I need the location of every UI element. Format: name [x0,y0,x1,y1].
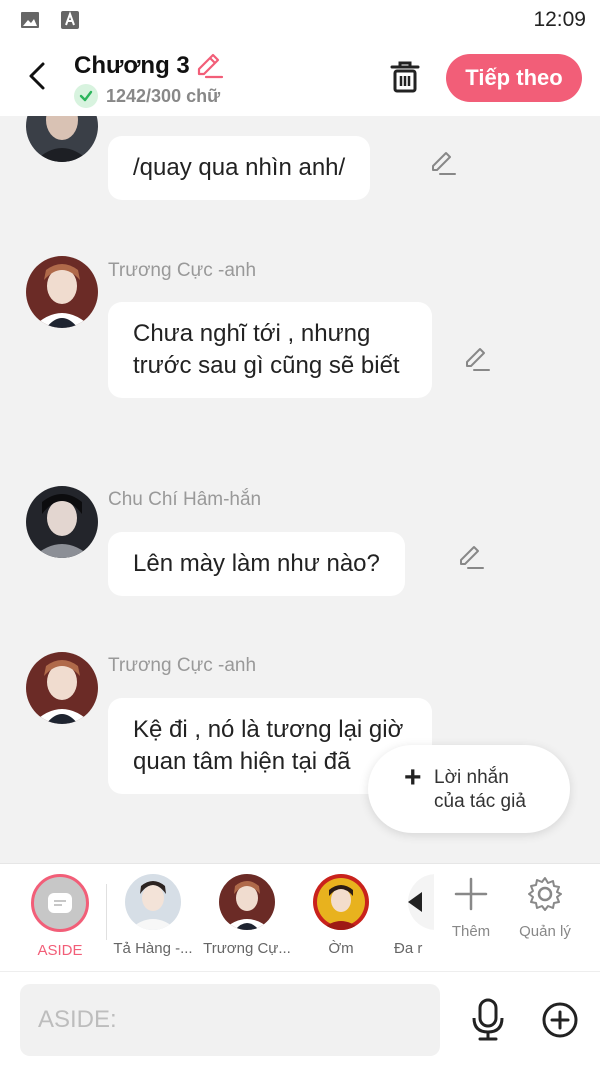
edit-message-icon[interactable] [456,542,486,572]
manage-button[interactable]: Quản lý [510,876,580,940]
message-input[interactable] [20,984,440,1056]
character-name: Ờm [328,940,354,957]
status-bar: 12:09 [0,0,600,40]
avatar [219,874,275,930]
character-name: Tả Hàng -... [113,940,193,957]
sender-name: Trương Cực -anh [108,260,257,281]
chapter-title: Chương 3 [74,52,190,79]
sender-name: Trương Cực -anh [108,655,257,676]
aside-icon [31,874,89,932]
manage-label: Quản lý [519,923,571,940]
avatar[interactable] [26,116,98,162]
character-name: Trương Cự... [203,940,291,957]
message-bubble[interactable]: Lên mày làm như nào? [108,532,405,596]
avatar [408,874,434,930]
avatar[interactable] [26,256,98,328]
font-a-icon [61,11,79,29]
character-name: ASIDE [37,942,83,959]
character-bar: ASIDE Tả Hàng -... Trương Cự... Ờm Đa r … [0,863,600,971]
back-button[interactable] [22,58,52,94]
message-bubble[interactable]: Chưa nghĩ tới , nhưng trước sau gì cũng … [108,302,432,398]
next-button[interactable]: Tiếp theo [446,54,582,102]
status-time: 12:09 [533,8,586,31]
author-note-label-2: của tác giả [434,791,526,812]
avatar [125,874,181,930]
input-bar [0,971,600,1067]
character-item[interactable]: Trương Cự... [202,874,292,957]
chevron-left-icon [29,62,45,90]
add-character-button[interactable]: Thêm [436,876,506,940]
character-item[interactable]: Đa r [374,874,434,957]
trash-icon[interactable] [388,58,422,96]
microphone-icon[interactable] [470,998,506,1042]
author-note-label: Lời nhắn [434,767,509,788]
check-icon [74,84,98,108]
character-name: Đa r [394,940,423,957]
editor-header: Chương 3 1242/300 chữ Tiếp theo [0,40,600,116]
avatar[interactable] [26,486,98,558]
plus-icon: + [404,761,422,794]
edit-title-icon[interactable] [194,50,224,80]
message-bubble[interactable]: /quay qua nhìn anh/ [108,136,371,200]
author-note-button[interactable]: + Lời nhắn của tác giả [368,745,570,833]
word-count: 1242/300 chữ [106,86,221,106]
avatar[interactable] [26,652,98,724]
character-item[interactable]: Tả Hàng -... [108,874,198,957]
character-aside[interactable]: ASIDE [15,874,105,959]
divider [106,884,107,940]
plus-icon [454,877,488,911]
gear-icon [528,877,562,911]
add-circle-icon[interactable] [540,1000,580,1040]
edit-message-icon[interactable] [462,344,492,374]
avatar [313,874,369,930]
sender-name: Chu Chí Hâm-hắn [108,489,262,510]
add-label: Thêm [451,923,491,940]
image-icon [21,12,39,28]
character-item[interactable]: Ờm [296,874,386,957]
edit-message-icon[interactable] [428,148,458,178]
